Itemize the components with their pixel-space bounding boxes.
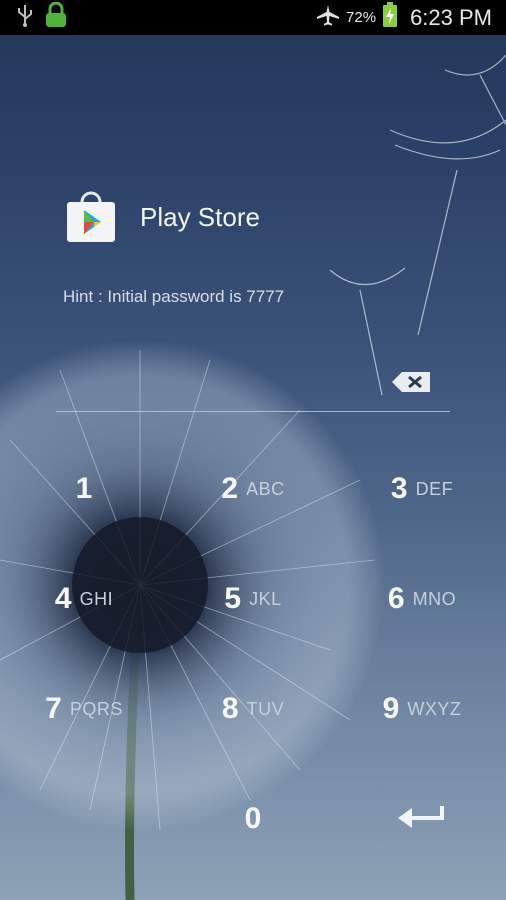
- password-underline: [56, 411, 450, 412]
- key-4[interactable]: 4 GHI: [0, 544, 168, 654]
- lock-icon: [44, 1, 68, 33]
- enter-arrow-icon: [396, 802, 448, 837]
- key-letters: JKL: [249, 588, 282, 609]
- status-bar: 72% 6:23 PM: [0, 0, 506, 35]
- key-number: 2: [221, 472, 239, 505]
- app-name: Play Store: [140, 201, 260, 232]
- key-6[interactable]: 6 MNO: [338, 544, 506, 654]
- key-letters: PQRS: [69, 698, 123, 719]
- key-number: 1: [75, 472, 93, 505]
- key-letters: TUV: [246, 698, 285, 719]
- password-field[interactable]: [56, 360, 450, 412]
- backspace-icon[interactable]: [390, 370, 434, 396]
- play-store-icon: [64, 190, 118, 244]
- numeric-keypad: 1 2 ABC 3 DEF 4 GHI 5 JKL 6 MNO 7 PQRS 8…: [0, 434, 506, 874]
- key-number: 9: [382, 692, 400, 725]
- locked-app-header: Play Store: [64, 190, 260, 244]
- key-letters: MNO: [412, 588, 457, 609]
- key-letters: GHI: [79, 588, 114, 609]
- key-number: 0: [244, 802, 262, 835]
- key-7[interactable]: 7 PQRS: [0, 654, 168, 764]
- key-3[interactable]: 3 DEF: [338, 434, 506, 544]
- key-number: 4: [54, 582, 72, 615]
- battery-percent: 72%: [346, 9, 377, 26]
- clock: 6:23 PM: [410, 4, 492, 30]
- battery-charging-icon: [382, 2, 398, 33]
- key-8[interactable]: 8 TUV: [169, 654, 337, 764]
- key-number: 6: [387, 582, 405, 615]
- key-number: 5: [224, 582, 242, 615]
- password-hint: Hint : Initial password is 7777: [63, 287, 285, 306]
- key-5[interactable]: 5 JKL: [169, 544, 337, 654]
- usb-icon: [16, 3, 34, 32]
- enter-key[interactable]: [338, 764, 506, 874]
- airplane-mode-icon: [316, 4, 340, 31]
- key-0[interactable]: 0: [169, 764, 337, 874]
- key-2[interactable]: 2 ABC: [169, 434, 337, 544]
- key-number: 7: [45, 692, 62, 725]
- key-letters: DEF: [415, 478, 454, 499]
- key-number: 8: [221, 692, 239, 725]
- key-1[interactable]: 1: [0, 434, 168, 544]
- key-letters: WXYZ: [407, 698, 462, 719]
- key-number: 3: [390, 472, 408, 505]
- key-letters: ABC: [246, 478, 285, 499]
- key-9[interactable]: 9 WXYZ: [338, 654, 506, 764]
